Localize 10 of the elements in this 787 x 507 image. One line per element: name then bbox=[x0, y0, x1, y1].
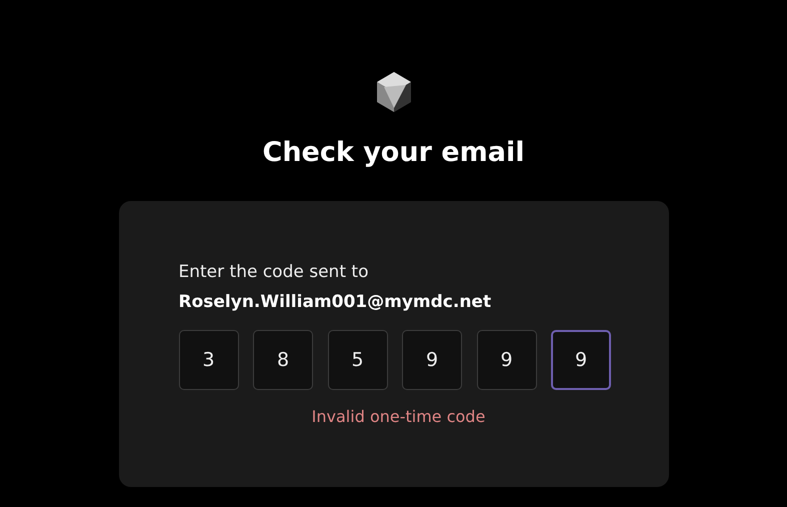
code-digit-field[interactable]: 9 bbox=[476, 330, 536, 390]
code-digit-field[interactable]: 8 bbox=[253, 330, 313, 390]
email-address: Roselyn.William001@mymdc.net bbox=[178, 291, 492, 314]
code-digit-field[interactable]: 9 bbox=[551, 330, 611, 390]
code-digit-field[interactable]: 9 bbox=[402, 330, 462, 390]
error-message: Invalid one-time code bbox=[312, 406, 486, 428]
page-title: Check your email bbox=[262, 136, 524, 170]
code-digit-field[interactable]: 3 bbox=[178, 330, 238, 390]
instruction-text: Enter the code sent to bbox=[178, 261, 370, 284]
code-digit-field[interactable]: 5 bbox=[328, 330, 388, 390]
